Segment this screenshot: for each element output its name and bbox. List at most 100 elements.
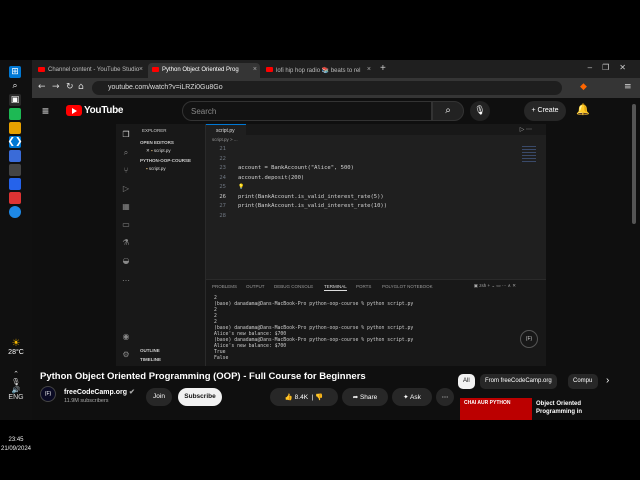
dislike-button[interactable]: 👎 [315,394,323,401]
testing-icon: ⚗ [122,238,130,247]
youtube-logo-icon[interactable] [66,105,82,116]
address-bar[interactable]: youtube.com/watch?v=iLRZi0Gu8Go [92,81,562,95]
video-player[interactable]: ❐ ⌕ ⑂ ▷ ▦ ▭ ⚗ ◒ … ◉ ⚙ EXPLORER OPEN EDIT… [116,124,546,366]
vscode-activity-bar: ❐ ⌕ ⑂ ▷ ▦ ▭ ⚗ ◒ … ◉ ⚙ [116,124,136,366]
task-view-icon[interactable]: ▣ [9,94,21,106]
line-number: 25 [219,184,226,190]
editor-tab-label: script.py [216,128,235,134]
weather-temp: 28°C [8,349,24,356]
reload-icon[interactable]: ↻ [66,82,74,92]
thumbnail-text: CHAI AUR PYTHON [464,400,511,406]
like-count: 8.4K [294,394,309,401]
source-control-icon: ⑂ [123,166,129,175]
system-tray: ⌃ 🎙 🔊 ENG [0,370,32,401]
subscribe-button[interactable]: Subscribe [178,388,222,406]
code-text: account = BankAccount("Alice", 500) [238,165,354,171]
chip-from-channel[interactable]: From freeCodeCamp.org [480,374,557,389]
open-editor-item: ✕ ▪ script.py [146,148,171,153]
vscode-icon[interactable]: ❮❯ [7,136,23,148]
tab-python-oop[interactable]: Python Object Oriented Prog × [148,63,260,78]
channel-avatar[interactable]: (F) [40,386,56,402]
terminal-shell-label: ▣ zsh + ⌄ ▭ ⋯ ∧ ✕ [473,283,516,288]
volume-icon[interactable]: 🔊 [0,386,32,394]
tab-label: lofi hip hop radio 📚 beats to rel [276,68,361,74]
window-controls[interactable]: –❐✕ [588,63,636,72]
terminal-line: Alice's new balance: $700 [214,344,287,349]
back-icon[interactable]: ← [38,82,46,92]
explorer-icon: ❐ [122,130,130,139]
outline-header: OUTLINE [140,348,160,353]
panel-tab-problems: PROBLEMS [212,284,238,289]
line-number: 22 [219,155,226,162]
taskbar-clock[interactable]: 23:45 21/09/2024 [0,436,32,454]
app-icon-green[interactable] [9,108,21,120]
settings-gear-icon: ⚙ [122,350,130,359]
windows-taskbar: ⊞ ⌕ ▣ ❮❯ ☀ 28°C ⌃ 🎙 🔊 ENG 23:45 21/09/20… [0,60,32,452]
youtube-favicon-icon [152,67,159,72]
app-icon-circle[interactable] [9,206,21,218]
code-text: account.deposit(200) [238,174,305,181]
forward-icon[interactable]: → [52,82,60,92]
search-icon[interactable]: ⌕ [9,80,21,92]
weather-widget[interactable]: ☀ 28°C [2,338,30,356]
browser-window: Channel content - YouTube Studio × Pytho… [32,60,640,420]
brave-shield-icon[interactable]: ◆ [580,82,587,92]
brave-browser-icon[interactable] [9,192,21,204]
app-icon-grey[interactable] [9,164,21,176]
close-icon[interactable]: × [367,66,371,73]
tray-expand-icon[interactable]: ⌃ [0,370,32,378]
docker-icon: ◒ [122,256,130,265]
folder-header: PYTHON-OOP-COURSE [140,158,192,163]
language-indicator[interactable]: ENG [0,394,32,401]
open-editors-header: OPEN EDITORS [140,140,174,145]
page-scrollbar[interactable] [632,104,636,224]
app-icon-edge[interactable] [9,178,21,190]
panel-tab-terminal: TERMINAL [324,284,347,291]
windows-start-icon[interactable]: ⊞ [9,66,21,78]
more-icon: … [122,274,130,283]
maximize-icon[interactable]: ❐ [602,63,619,72]
minimize-icon[interactable]: – [588,63,602,72]
join-button[interactable]: Join [146,388,172,406]
create-button[interactable]: + Create [524,101,566,121]
share-icon: ➦ [352,394,359,401]
chip-all[interactable]: All [458,374,475,389]
home-icon[interactable]: ⌂ [78,82,84,92]
more-actions-button[interactable]: ⋯ [436,388,454,406]
voice-search-button[interactable]: 🎙 [470,101,490,121]
close-icon[interactable]: × [253,66,257,73]
youtube-wordmark[interactable]: YouTube [84,105,124,116]
search-button[interactable]: ⌕ [432,101,464,121]
notifications-bell-icon[interactable]: 🔔 [576,103,590,116]
file-explorer-icon[interactable] [9,122,21,134]
chip-computer[interactable]: Compu [568,374,598,389]
tab-lofi-radio[interactable]: lofi hip hop radio 📚 beats to rel × [262,63,374,78]
line-number: 23 [219,165,226,171]
share-button[interactable]: ➦ Share [342,388,388,406]
extensions-icon: ▦ [122,202,130,211]
app-icon-blue[interactable] [9,150,21,162]
tab-strip: Channel content - YouTube Studio × Pytho… [32,60,640,78]
hamburger-menu-icon[interactable]: ≡ [42,104,49,118]
close-icon[interactable]: × [139,66,143,73]
browser-menu-icon[interactable]: ≡ [624,82,632,92]
ask-button[interactable]: ✦ Ask [392,388,432,406]
subscriber-count: 11.9M subscribers [64,398,109,404]
tab-youtube-studio[interactable]: Channel content - YouTube Studio × [34,63,146,78]
like-button[interactable]: 👍 8.4K [285,394,308,401]
search-input[interactable]: Search [182,101,432,121]
editor-tab: script.py [206,124,246,135]
vscode-panel: PROBLEMS OUTPUT DEBUG CONSOLE TERMINAL PORTS… [206,279,546,366]
new-tab-button[interactable]: + [380,63,386,74]
panel-tab-debug-console: DEBUG CONSOLE [274,284,314,289]
recommended-video-title[interactable]: Object Oriented Programming in [536,400,596,416]
search-icon: ⌕ [445,105,451,116]
mic-icon[interactable]: 🎙 [0,378,32,386]
recommended-video-thumbnail[interactable]: CHAI AUR PYTHON [460,398,532,420]
share-label: Share [359,394,378,401]
chevron-right-icon[interactable]: › [606,375,609,386]
channel-name[interactable]: freeCodeCamp.org ✔ [64,388,135,396]
close-window-icon[interactable]: ✕ [619,63,636,72]
run-icon: ▷ ⋯ [519,127,532,133]
sparkle-icon: ✦ [403,394,409,401]
